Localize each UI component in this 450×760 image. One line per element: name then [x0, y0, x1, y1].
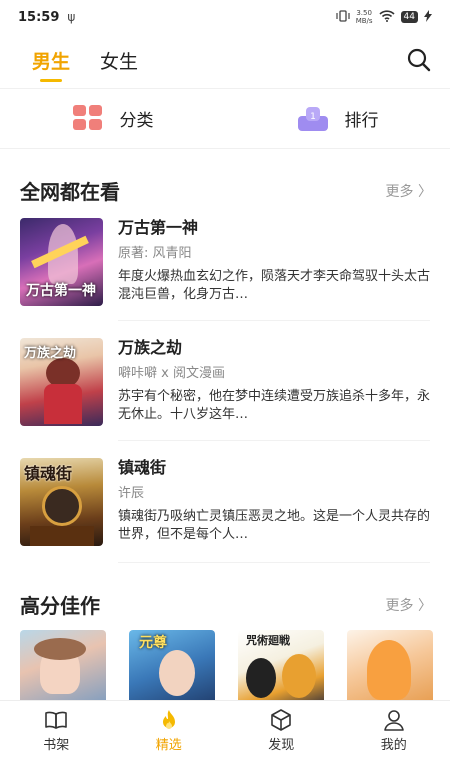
high-score-more-link[interactable]: 更多 〉: [386, 595, 432, 615]
category-row: 分类 1 排行: [0, 90, 450, 146]
book-title: 镇魂街: [118, 458, 167, 477]
high-score-cover-title: 咒術廻戦: [246, 634, 290, 647]
nav-discover[interactable]: 发现: [225, 701, 338, 760]
book-description: 苏宇有个秘密，他在梦中连续遭受万族追杀十多年，永无休止。十八岁这年…: [118, 389, 430, 422]
tab-female[interactable]: 女生: [100, 47, 138, 74]
category-divider: [0, 148, 450, 149]
trending-more-link[interactable]: 更多 〉: [386, 181, 432, 201]
net-speed-unit: MB/s: [355, 17, 373, 25]
nav-profile[interactable]: 我的: [338, 701, 450, 760]
status-time: 15:59: [18, 9, 60, 25]
nav-bookshelf[interactable]: 书架: [0, 701, 113, 760]
card-divider: [118, 320, 430, 321]
card-divider: [118, 562, 430, 563]
more-label: 更多: [385, 597, 414, 614]
category-button[interactable]: 分类: [0, 90, 225, 146]
book-cover: 万古第一神: [20, 218, 103, 306]
net-speed-value: 3.50: [356, 9, 372, 17]
book-author: 噼咔噼 x 阅文漫画: [118, 366, 225, 381]
book-cover-title: 镇魂街: [24, 464, 73, 483]
ranking-button[interactable]: 1 排行: [225, 90, 450, 146]
book-info: 万族之劫 噼咔噼 x 阅文漫画 苏宇有个秘密，他在梦中连续遭受万族追杀十多年，永…: [118, 338, 430, 428]
category-label: 分类: [119, 110, 154, 131]
book-card[interactable]: 万族之劫 万族之劫 噼咔噼 x 阅文漫画 苏宇有个秘密，他在梦中连续遭受万族追杀…: [20, 338, 430, 428]
book-cover: 镇魂街: [20, 458, 103, 546]
status-bar: 15:59 ψ 3.50 MB/s 44: [0, 0, 450, 34]
book-title: 万古第一神: [118, 218, 199, 237]
charging-icon: [424, 9, 432, 25]
book-title: 万族之劫: [118, 338, 183, 357]
tab-male[interactable]: 男生: [32, 47, 70, 82]
book-cover-title: 万古第一神: [26, 283, 96, 299]
nav-featured[interactable]: 精选: [113, 701, 226, 760]
high-score-cover[interactable]: 元尊: [129, 630, 215, 702]
vibrate-icon: [336, 9, 350, 25]
book-description: 镇魂街乃吸纳亡灵镇压恶灵之地。这是一个人灵共存的世界，但不是每个人…: [118, 509, 430, 542]
book-info: 万古第一神 原著: 风青阳 年度火爆热血玄幻之作，陨落天才李天命驾驭十头太古混沌…: [118, 218, 430, 308]
book-author: 原著: 风青阳: [118, 246, 192, 261]
high-score-cover-title: 元尊: [139, 635, 167, 651]
ranking-badge: 1: [310, 112, 316, 122]
ranking-label: 排行: [344, 110, 379, 131]
bookshelf-icon: [45, 711, 68, 729]
high-score-section-header: 高分佳作 更多 〉: [20, 590, 432, 619]
trending-section-header: 全网都在看 更多 〉: [20, 176, 432, 205]
high-score-section-title: 高分佳作: [20, 594, 100, 618]
trending-section-title: 全网都在看: [20, 180, 120, 204]
usb-icon: ψ: [67, 10, 76, 24]
book-description: 年度火爆热血玄幻之作，陨落天才李天命驾驭十头太古混沌巨兽，化身万古…: [118, 269, 430, 302]
bottom-navigation: 书架 精选 发现 我的: [0, 700, 450, 760]
top-tab-bar: 男生 女生: [0, 34, 450, 86]
ranking-podium-icon: 1: [297, 107, 328, 131]
header-divider: [0, 88, 450, 89]
nav-label: 精选: [155, 738, 182, 753]
card-divider: [118, 440, 430, 441]
high-score-cover[interactable]: [347, 630, 433, 702]
status-right-group: 3.50 MB/s 44: [336, 9, 432, 25]
book-cover: 万族之劫: [20, 338, 103, 426]
net-speed: 3.50 MB/s: [356, 9, 373, 25]
book-info: 镇魂街 许辰 镇魂街乃吸纳亡灵镇压恶灵之地。这是一个人灵共存的世界，但不是每个人…: [118, 458, 430, 548]
more-label: 更多: [385, 183, 414, 200]
search-icon[interactable]: [406, 47, 432, 73]
nav-label: 我的: [380, 738, 407, 753]
high-score-cover[interactable]: [20, 630, 106, 702]
nav-label: 书架: [43, 738, 70, 753]
wifi-icon: [378, 9, 395, 25]
category-grid-icon: [72, 105, 102, 130]
book-cover-title: 万族之劫: [24, 346, 77, 361]
flame-icon: [162, 710, 175, 729]
book-card[interactable]: 万古第一神 万古第一神 原著: 风青阳 年度火爆热血玄幻之作，陨落天才李天命驾驭…: [20, 218, 430, 308]
nav-label: 发现: [268, 738, 295, 753]
profile-icon: [383, 710, 404, 731]
discover-cube-icon: [271, 709, 292, 731]
high-score-cover-row: 元尊 咒術廻戦: [20, 630, 450, 702]
book-card[interactable]: 镇魂街 镇魂街 许辰 镇魂街乃吸纳亡灵镇压恶灵之地。这是一个人灵共存的世界，但不…: [20, 458, 430, 548]
high-score-cover[interactable]: 咒術廻戦: [238, 630, 324, 702]
battery-indicator: 44: [400, 11, 418, 23]
book-author: 许辰: [118, 486, 145, 501]
